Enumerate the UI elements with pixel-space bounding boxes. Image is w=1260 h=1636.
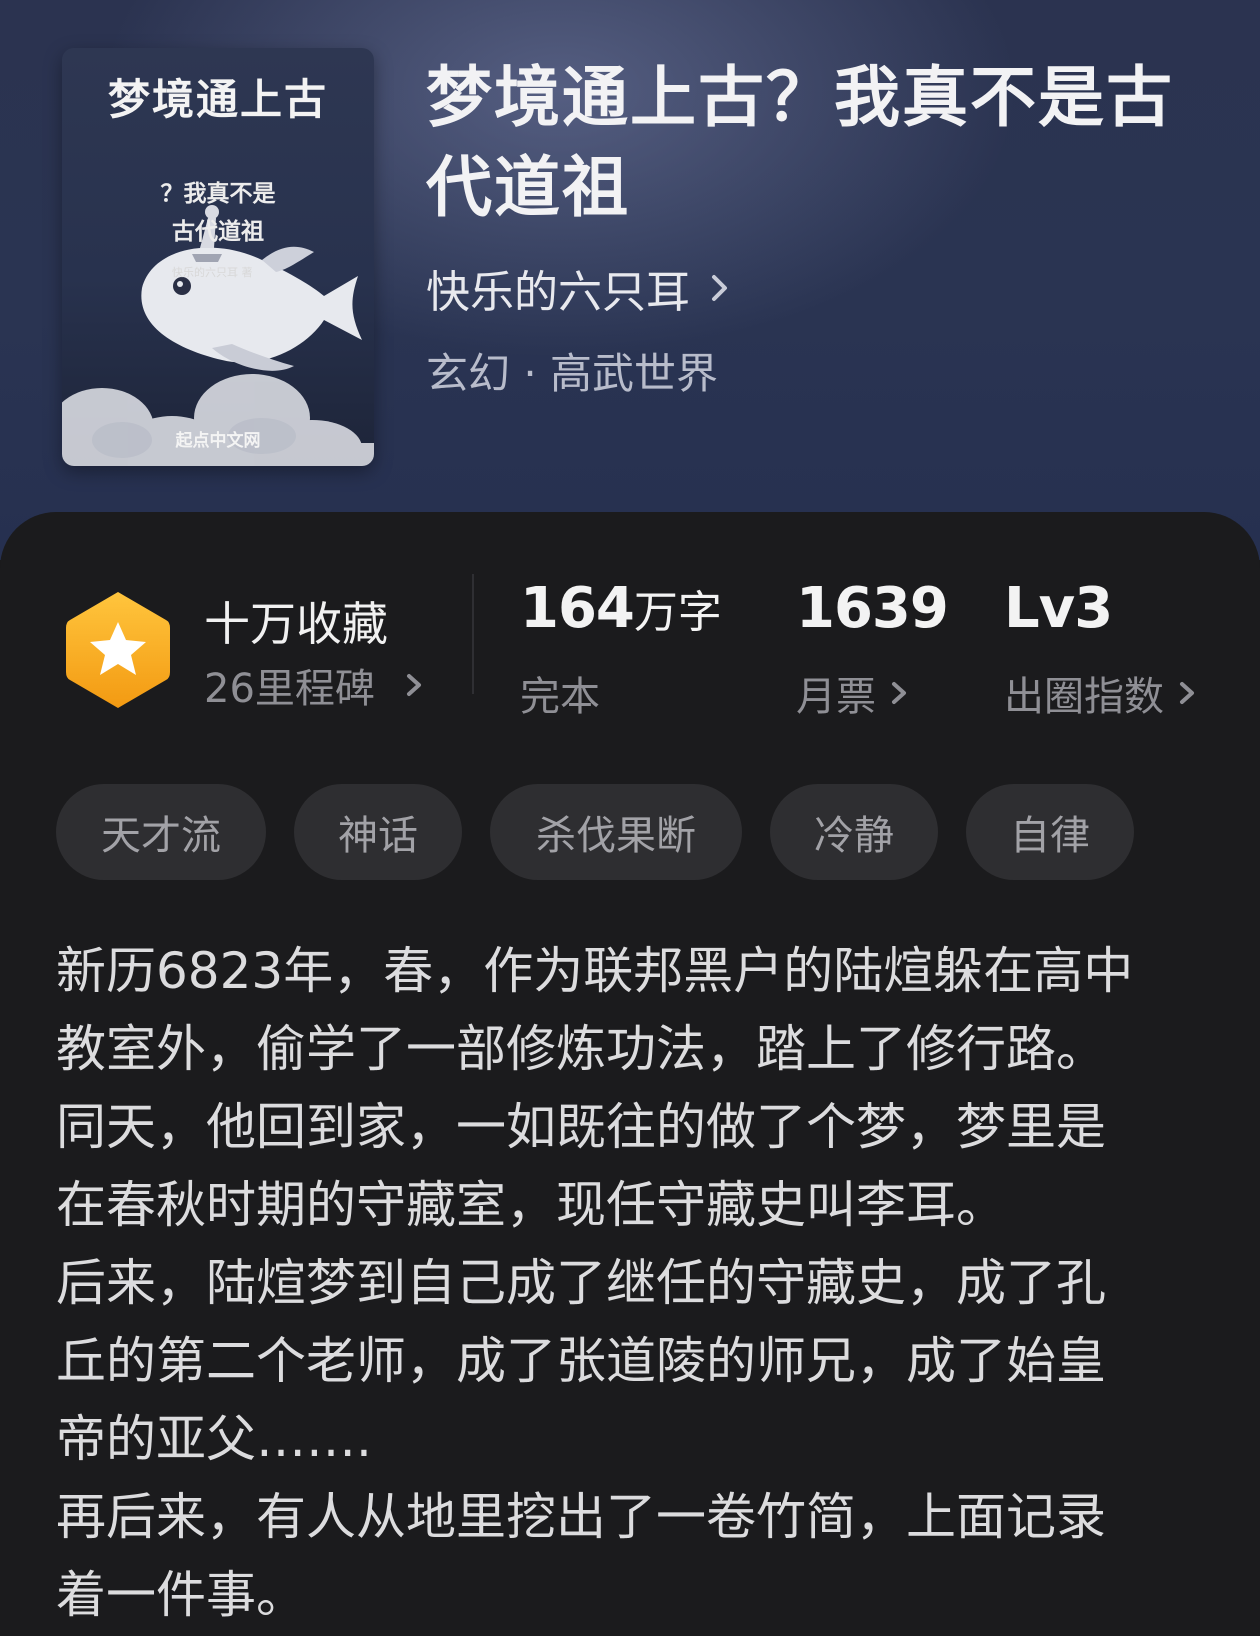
book-detail-page: 梦境通上古 ？我真不是 古代道祖 快乐的六只耳 著 起点中文网 梦境通上古？我真… [0,0,1260,1636]
cover-subtitle-line2: 古代道祖 [172,219,264,245]
synopsis-line: 帝的亚父……. [56,1410,372,1468]
tag-chip[interactable]: 杀伐果断 [490,784,742,880]
synopsis-line: 同天，他回到家，一如既往的做了个梦，梦里是 [56,1098,1106,1156]
book-status-label: 完本 [520,674,600,720]
star-badge-icon [66,592,170,708]
tag-chip[interactable]: 冷静 [770,784,938,880]
synopsis-line: 在春秋时期的守藏室，现任守藏史叫李耳。 [56,1176,1006,1234]
synopsis-line: 后来，陆煊梦到自己成了继任的守藏史，成了孔 [56,1254,1106,1312]
book-title-line1: 梦境通上古？我真不是古 [426,58,1174,136]
cover-title: 梦境通上古 [107,75,328,124]
collection-count: 十万收藏 [204,597,388,651]
milestones-link[interactable]: 26里程碑 [204,656,431,714]
book-title-line2: 代道祖 [426,148,630,226]
tag-chip[interactable]: 自律 [966,784,1134,880]
word-count-number: 164 [520,576,635,641]
cover-subtitle-line1: ？我真不是 [160,181,276,207]
book-status: 完本 [520,664,600,722]
chevron-right-icon [892,682,906,704]
chevron-right-icon [712,275,727,301]
influence-link[interactable]: 出圈指数 [1004,664,1204,722]
influence-label: 出圈指数 [1004,674,1164,720]
influence-level: Lv3 [1004,576,1113,641]
book-header: 梦境通上古 ？我真不是 古代道祖 快乐的六只耳 著 起点中文网 梦境通上古？我真… [0,0,1260,560]
monthly-tickets-label: 月票 [796,674,876,720]
monthly-tickets-count: 1639 [796,576,949,641]
milestones-label: 26里程碑 [204,666,375,712]
tag-chip[interactable]: 神话 [294,784,462,880]
tag-chip[interactable]: 天才流 [56,784,266,880]
book-title: 梦境通上古？我真不是古 代道祖 [426,52,1226,232]
monthly-tickets-link[interactable]: 月票 [796,664,916,722]
synopsis-line: 教室外，偷学了一部修炼功法，踏上了修行路。 [56,1020,1106,1078]
book-cover[interactable]: 梦境通上古 ？我真不是 古代道祖 快乐的六只耳 著 起点中文网 [62,48,374,466]
stats-divider [472,574,474,694]
synopsis-line: 着一件事。 [56,1566,306,1624]
cover-author: 快乐的六只耳 著 [172,266,253,279]
word-count-unit: 万字 [633,587,722,638]
synopsis-line: 丘的第二个老师，成了张道陵的师兄，成了始皇 [56,1332,1106,1390]
book-genre: 玄幻 · 高武世界 [426,349,719,398]
tag-list: 天才流 神话 杀伐果断 冷静 自律 [56,784,1134,880]
chevron-right-icon [1180,682,1194,704]
synopsis-line: 再后来，有人从地里挖出了一卷竹简，上面记录 [56,1488,1106,1546]
author-link[interactable]: 快乐的六只耳 [426,256,734,320]
synopsis-line: 新历6823年，春，作为联邦黑户的陆煊躲在高中 [56,942,1134,1000]
chevron-right-icon [406,674,421,696]
cover-publisher: 起点中文网 [175,431,261,451]
word-count: 164万字 [520,576,722,641]
author-name: 快乐的六只耳 [426,267,690,318]
book-synopsis[interactable]: 新历6823年，春，作为联邦黑户的陆煊躲在高中 教室外，偷学了一部修炼功法，踏上… [56,932,1216,1634]
